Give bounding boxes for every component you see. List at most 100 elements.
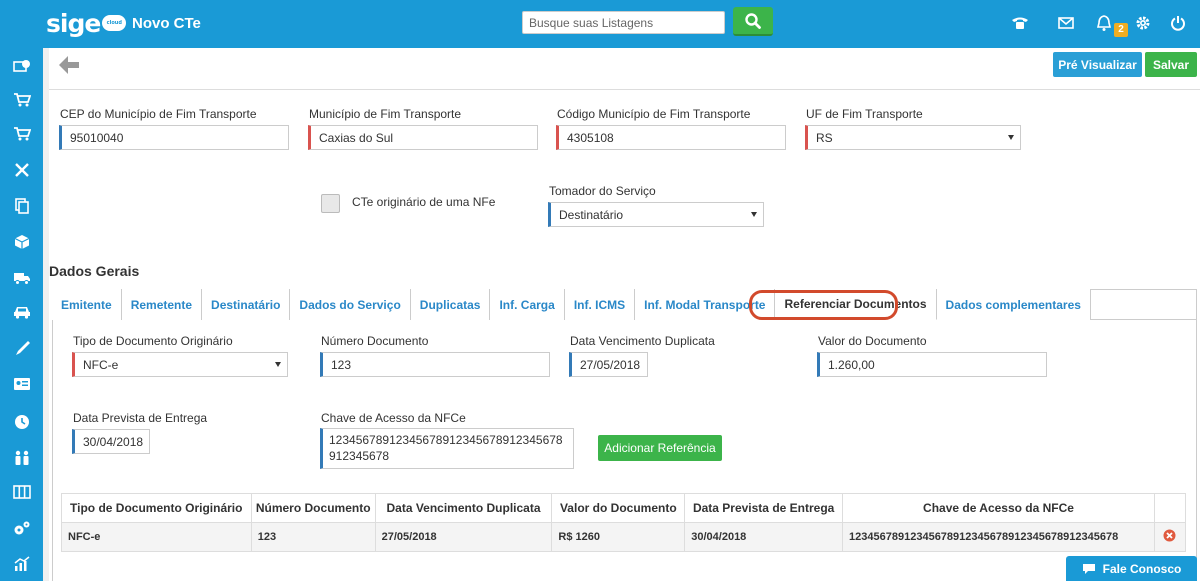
table-header-row: Tipo de Documento Originário Número Docu… xyxy=(61,493,1187,523)
money-icon xyxy=(12,60,30,72)
tipo-documento-select[interactable]: NFC-e xyxy=(72,352,288,377)
cell-valor: R$ 1260 xyxy=(551,522,686,552)
tab-inf-carga[interactable]: Inf. Carga xyxy=(490,289,565,320)
tab-dados-servico[interactable]: Dados do Serviço xyxy=(290,289,411,320)
back-arrow-icon[interactable] xyxy=(58,55,80,75)
add-reference-button[interactable]: Adicionar Referência xyxy=(598,435,722,461)
vencimento-input[interactable]: 27/05/2018 xyxy=(569,352,648,377)
valor-documento-value: 1.260,00 xyxy=(828,357,875,372)
tab-inf-icms[interactable]: Inf. ICMS xyxy=(564,289,636,320)
tab-dados-complementares[interactable]: Dados complementares xyxy=(936,289,1091,320)
tab-referenciar-documentos[interactable]: Referenciar Documentos xyxy=(775,289,937,320)
municipio-value: Caxias do Sul xyxy=(319,130,394,145)
vencimento-label: Data Vencimento Duplicata xyxy=(570,334,715,348)
sidebar-item-users[interactable] xyxy=(0,444,43,472)
sidebar-item-contacts[interactable] xyxy=(0,370,43,398)
car-icon xyxy=(13,307,30,319)
cell-tipo: NFC-e xyxy=(61,522,252,552)
chevron-down-icon xyxy=(1008,135,1014,140)
cep-input[interactable]: 95010040 xyxy=(59,125,289,150)
cte-nfe-label: CTe originário de uma NFe xyxy=(352,195,496,209)
page-title: Novo CTe xyxy=(132,15,201,32)
truck-icon xyxy=(13,273,30,285)
cell-vencimento: 27/05/2018 xyxy=(374,522,553,552)
cep-label: CEP do Município de Fim Transporte xyxy=(60,107,257,121)
chart-icon xyxy=(14,556,29,571)
notification-badge: 2 xyxy=(1114,23,1128,37)
numero-documento-input[interactable]: 123 xyxy=(320,352,550,377)
sidebar-item-shipping[interactable] xyxy=(0,264,43,292)
sidebar-item-finance[interactable] xyxy=(0,52,43,80)
sidebar-item-reports[interactable] xyxy=(0,478,43,506)
mail-icon[interactable] xyxy=(1055,12,1077,34)
cart-icon xyxy=(13,127,31,141)
sidebar-item-vehicles[interactable] xyxy=(0,298,43,326)
logo[interactable]: sige cloud xyxy=(46,8,127,38)
chave-acesso-textarea[interactable]: 1234567891234567891234567891234567891234… xyxy=(320,428,574,469)
col-tipo-header: Tipo de Documento Originário xyxy=(61,493,252,523)
logo-text: sige xyxy=(46,8,101,38)
sidebar-item-services[interactable] xyxy=(0,156,43,184)
preview-button[interactable]: Pré Visualizar xyxy=(1053,52,1142,77)
tools-icon xyxy=(14,163,29,177)
uf-label: UF de Fim Transporte xyxy=(806,107,923,121)
tab-bar: Emitente Remetente Destinatário Dados do… xyxy=(52,289,1197,320)
tab-destinatario[interactable]: Destinatário xyxy=(202,289,291,320)
chat-button[interactable]: Fale Conosco xyxy=(1066,556,1197,581)
cell-actions xyxy=(1153,522,1187,552)
bell-icon[interactable] xyxy=(1093,12,1115,34)
col-chave-header: Chave de Acesso da NFCe xyxy=(842,493,1155,523)
col-actions-header xyxy=(1153,493,1187,523)
chat-label: Fale Conosco xyxy=(1102,561,1182,576)
users-icon xyxy=(15,450,28,465)
search-icon xyxy=(745,12,761,29)
cte-nfe-checkbox[interactable] xyxy=(321,194,340,213)
tab-emitente[interactable]: Emitente xyxy=(52,289,122,320)
tab-remetente[interactable]: Remetente xyxy=(121,289,203,320)
valor-documento-input[interactable]: 1.260,00 xyxy=(817,352,1047,377)
tomador-value: Destinatário xyxy=(559,207,624,222)
entrega-value: 30/04/2018 xyxy=(83,434,144,449)
tipo-documento-value: NFC-e xyxy=(83,357,119,372)
codigo-municipio-value: 4305108 xyxy=(567,130,614,145)
sidebar-item-marketing[interactable] xyxy=(0,334,43,362)
search-button[interactable] xyxy=(733,7,773,36)
phone-icon[interactable] xyxy=(1009,12,1031,34)
save-button[interactable]: Salvar xyxy=(1145,52,1197,77)
search-input[interactable] xyxy=(522,11,725,34)
chave-acesso-label: Chave de Acesso da NFCe xyxy=(321,411,466,425)
sidebar-item-schedule[interactable] xyxy=(0,408,43,436)
tab-duplicatas[interactable]: Duplicatas xyxy=(410,289,491,320)
sidebar-item-sales[interactable] xyxy=(0,120,43,148)
tab-inf-modal-transporte[interactable]: Inf. Modal Transporte xyxy=(635,289,776,320)
sidebar-item-documents[interactable] xyxy=(0,192,43,220)
col-vencimento-header: Data Vencimento Duplicata xyxy=(374,493,553,523)
uf-select[interactable]: RS xyxy=(805,125,1021,150)
tomador-select[interactable]: Destinatário xyxy=(548,202,764,227)
sidebar-item-dashboard[interactable] xyxy=(0,550,43,578)
sidebar-item-products[interactable] xyxy=(0,228,43,256)
valor-documento-label: Valor do Documento xyxy=(818,334,927,348)
references-table: Tipo de Documento Originário Número Docu… xyxy=(61,493,1187,552)
gear-icon[interactable] xyxy=(1132,12,1154,34)
copy-icon xyxy=(14,198,29,214)
entrega-input[interactable]: 30/04/2018 xyxy=(72,429,150,454)
municipio-input[interactable]: Caxias do Sul xyxy=(308,125,538,150)
sidebar-item-purchases[interactable] xyxy=(0,86,43,114)
codigo-municipio-input[interactable]: 4305108 xyxy=(556,125,786,150)
columns-icon xyxy=(12,485,31,499)
remove-icon[interactable] xyxy=(1163,529,1176,542)
cloud-logo-icon: cloud xyxy=(102,15,127,31)
sidebar-item-settings[interactable] xyxy=(0,514,43,542)
toolbar xyxy=(49,48,1200,90)
id-card-icon xyxy=(13,378,30,390)
tomador-label: Tomador do Serviço xyxy=(549,184,656,198)
codigo-municipio-label: Código Município de Fim Transporte xyxy=(557,107,751,121)
numero-documento-label: Número Documento xyxy=(321,334,429,348)
cell-entrega: 30/04/2018 xyxy=(684,522,844,552)
power-icon[interactable] xyxy=(1167,12,1189,34)
cep-value: 95010040 xyxy=(70,130,124,145)
col-valor-header: Valor do Documento xyxy=(551,493,686,523)
municipio-label: Município de Fim Transporte xyxy=(309,107,462,121)
tipo-documento-label: Tipo de Documento Originário xyxy=(73,334,233,348)
